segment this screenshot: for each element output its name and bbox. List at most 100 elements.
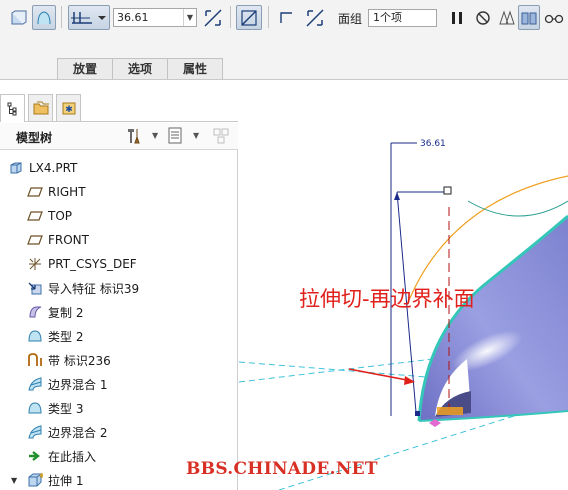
chevron-down-icon[interactable]: ▼ bbox=[193, 131, 199, 140]
folder-icon bbox=[33, 101, 49, 115]
depth-dimension-label[interactable]: 36.61 bbox=[420, 139, 446, 149]
tree-item-copy[interactable]: 复制 2 bbox=[27, 301, 83, 323]
glasses-preview-button[interactable] bbox=[542, 5, 566, 30]
face-group-label: 面组 bbox=[338, 12, 363, 26]
tree-item-datum-top[interactable]: TOP bbox=[27, 205, 72, 227]
tree-item-label: FRONT bbox=[48, 233, 89, 247]
verify-preview-icon bbox=[521, 12, 537, 24]
tab-folder-browser[interactable] bbox=[28, 94, 53, 121]
dimension-handle bbox=[415, 411, 420, 416]
tree-item-datum-front[interactable]: FRONT bbox=[27, 229, 89, 251]
dimension-arrow bbox=[394, 192, 400, 200]
no-preview-icon bbox=[476, 10, 490, 25]
depth-options-button[interactable] bbox=[68, 5, 110, 30]
tree-item-label: TOP bbox=[48, 209, 73, 223]
datum-plane-icon bbox=[27, 184, 43, 200]
svg-text:✱: ✱ bbox=[39, 472, 43, 480]
drag-handle[interactable] bbox=[443, 186, 452, 195]
tree-item-csys[interactable]: PRT_CSYS_DEF bbox=[27, 253, 137, 275]
dashboard-tab-strip: 放置 选项 属性 bbox=[57, 58, 224, 79]
remove-material-button[interactable] bbox=[236, 5, 262, 30]
chevron-down-icon[interactable]: ▼ bbox=[152, 131, 158, 140]
surface-icon bbox=[37, 10, 51, 24]
ribbon-icon bbox=[27, 352, 43, 368]
glasses-icon bbox=[544, 14, 564, 23]
tree-item-datum-right[interactable]: RIGHT bbox=[27, 181, 86, 203]
import-feature-icon bbox=[27, 280, 43, 296]
tree-item-label: 导入特征 标识39 bbox=[48, 281, 140, 296]
tree-item-surface-type-3[interactable]: 类型 3 bbox=[27, 397, 83, 419]
remove-material-icon bbox=[241, 9, 257, 26]
tab-favorites[interactable]: ✱ bbox=[56, 94, 81, 121]
tree-item-boundary-blend-1[interactable]: 边界混合 1 bbox=[27, 373, 107, 395]
tree-item-label: 类型 2 bbox=[48, 329, 84, 344]
copy-icon bbox=[27, 304, 43, 320]
navigator-tabs: ✱ bbox=[0, 92, 238, 122]
tab-placement[interactable]: 放置 bbox=[57, 58, 114, 79]
csys-icon bbox=[27, 256, 43, 272]
datum-plane-icon bbox=[27, 208, 43, 224]
tree-item-label: RIGHT bbox=[48, 185, 86, 199]
separator bbox=[61, 6, 62, 28]
surface-icon bbox=[27, 400, 43, 416]
model-tree-title: 模型树 bbox=[16, 131, 53, 145]
model-tree-header: 模型树 ▼ ▼ bbox=[0, 123, 238, 150]
pause-icon bbox=[452, 11, 462, 24]
datum-axis-line bbox=[239, 361, 440, 379]
flip-material-side-button[interactable] bbox=[302, 5, 328, 30]
thicken-icon bbox=[280, 11, 292, 23]
thicken-sketch-button[interactable] bbox=[274, 5, 298, 30]
extrude-solid-button[interactable] bbox=[6, 5, 30, 30]
tab-options[interactable]: 选项 bbox=[112, 58, 169, 79]
extrude-dashboard: 36.61 ▼ 面组 1个项 放置 选项 属性 bbox=[0, 0, 568, 80]
model-tree: LX4.PRT RIGHT TOP FRONT PRT_CSYS_DEF 导入特… bbox=[0, 150, 238, 490]
show-icon[interactable] bbox=[212, 126, 232, 149]
pause-button[interactable] bbox=[446, 5, 468, 30]
favorites-icon: ✱ bbox=[62, 102, 75, 115]
face-group-collector[interactable]: 1个项 bbox=[368, 9, 437, 27]
extrude-surface-button[interactable] bbox=[32, 5, 56, 30]
blind-depth-icon bbox=[71, 11, 106, 24]
svg-text:✱: ✱ bbox=[65, 105, 73, 115]
boundary-blend-icon bbox=[27, 376, 43, 392]
tree-item-import-feature[interactable]: 导入特征 标识39 bbox=[27, 277, 139, 299]
tab-properties[interactable]: 属性 bbox=[167, 58, 224, 79]
tree-item-label: 拉伸 1 bbox=[48, 473, 84, 488]
tree-filters-icon[interactable] bbox=[166, 126, 184, 149]
model-tree-icon bbox=[7, 102, 16, 115]
feature-tag bbox=[437, 407, 463, 415]
tree-item-label: LX4.PRT bbox=[29, 161, 78, 175]
graphics-window[interactable]: 36.61 拉伸切-再边界补面 bbox=[239, 81, 568, 490]
surface-edge bbox=[467, 200, 568, 217]
tree-item-part[interactable]: LX4.PRT bbox=[8, 157, 77, 179]
chevron-down-icon[interactable]: ▼ bbox=[183, 9, 196, 26]
tree-item-label: 边界混合 2 bbox=[48, 425, 108, 440]
solid-icon bbox=[11, 10, 27, 24]
verify-preview-button[interactable] bbox=[518, 5, 540, 30]
flip-direction-button[interactable] bbox=[200, 5, 226, 30]
tree-item-ribbon[interactable]: 带 标识236 bbox=[27, 349, 111, 371]
tree-settings-icon[interactable] bbox=[124, 126, 144, 149]
annotation-text: 拉伸切-再边界补面 bbox=[299, 287, 475, 311]
depth-value-combo[interactable]: 36.61 ▼ bbox=[113, 8, 197, 27]
tree-item-insert-here[interactable]: 在此插入 bbox=[27, 445, 96, 467]
chevron-down-icon[interactable]: ▼ bbox=[11, 476, 17, 485]
tree-item-label: 复制 2 bbox=[48, 305, 84, 320]
insert-here-icon bbox=[27, 448, 43, 464]
tree-item-label: PRT_CSYS_DEF bbox=[48, 257, 137, 271]
tree-item-boundary-blend-2[interactable]: 边界混合 2 bbox=[27, 421, 107, 443]
no-preview-button[interactable] bbox=[472, 5, 494, 30]
tree-item-label: 边界混合 1 bbox=[48, 377, 108, 392]
surface-icon bbox=[27, 328, 43, 344]
attached-preview-icon bbox=[499, 9, 515, 24]
tree-item-label: 在此插入 bbox=[48, 449, 97, 464]
tree-item-label: 类型 3 bbox=[48, 401, 84, 416]
datum-plane-icon bbox=[27, 232, 43, 248]
tree-item-surface-type-2[interactable]: 类型 2 bbox=[27, 325, 83, 347]
tab-model-tree[interactable] bbox=[0, 94, 25, 122]
attached-preview-button[interactable] bbox=[496, 5, 518, 30]
flip-direction-icon bbox=[204, 8, 222, 27]
part-icon bbox=[8, 160, 24, 176]
tree-item-extrude[interactable]: ✱ 拉伸 1 bbox=[27, 469, 83, 490]
watermark-text: BBS.CHINADE.NET bbox=[186, 459, 378, 479]
